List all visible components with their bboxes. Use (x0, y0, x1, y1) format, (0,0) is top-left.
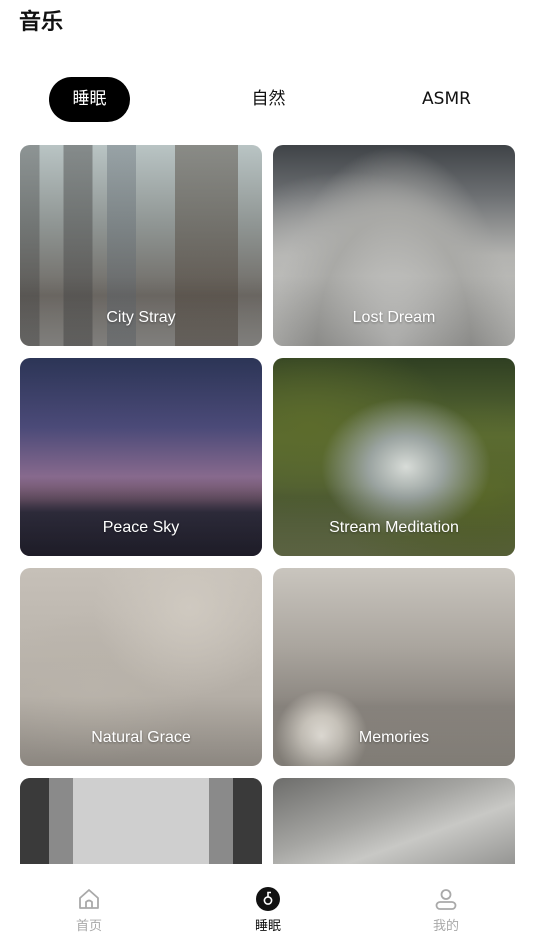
music-card-natural-grace[interactable]: Natural Grace (20, 568, 262, 766)
music-card-library[interactable] (20, 778, 262, 864)
tab-sleep[interactable]: 睡眠 (49, 77, 130, 122)
sleep-icon (256, 887, 280, 911)
tab-nature[interactable]: 自然 (228, 77, 309, 122)
nav-home[interactable]: 首页 (59, 886, 119, 934)
card-title: Lost Dream (352, 309, 436, 326)
card-title: City Stray (106, 309, 176, 326)
music-card-stream-meditation[interactable]: Stream Meditation (273, 358, 515, 556)
shoreline-image (273, 778, 515, 864)
page-title: 音乐 (19, 10, 64, 35)
music-card-city-stray[interactable]: City Stray (20, 145, 262, 346)
profile-icon (435, 889, 457, 910)
card-title: Peace Sky (102, 519, 180, 536)
music-card-shoreline[interactable] (273, 778, 515, 864)
nav-profile-label: 我的 (432, 919, 459, 934)
card-title: Stream Meditation (329, 519, 459, 536)
music-card-memories[interactable]: Memories (273, 568, 515, 766)
music-card-peace-sky[interactable]: Peace Sky (20, 358, 262, 556)
tab-asmr[interactable]: ASMR (406, 77, 487, 122)
nav-home-label: 首页 (75, 919, 102, 934)
category-tabs: 睡眠 自然 ASMR (0, 77, 535, 122)
music-card-lost-dream[interactable]: Lost Dream (273, 145, 515, 346)
nav-sleep-label: 睡眠 (254, 919, 281, 934)
card-title: Memories (358, 729, 430, 746)
nav-profile[interactable]: 我的 (416, 886, 476, 934)
music-grid: City Stray Lost Dream Peace Sky Stream M… (20, 145, 515, 864)
bottom-tab-bar: 首页 睡眠 我的 (0, 864, 535, 951)
home-icon (79, 889, 99, 909)
nav-sleep[interactable]: 睡眠 (238, 886, 298, 934)
card-title: Natural Grace (91, 729, 191, 746)
library-window-image (20, 778, 262, 864)
